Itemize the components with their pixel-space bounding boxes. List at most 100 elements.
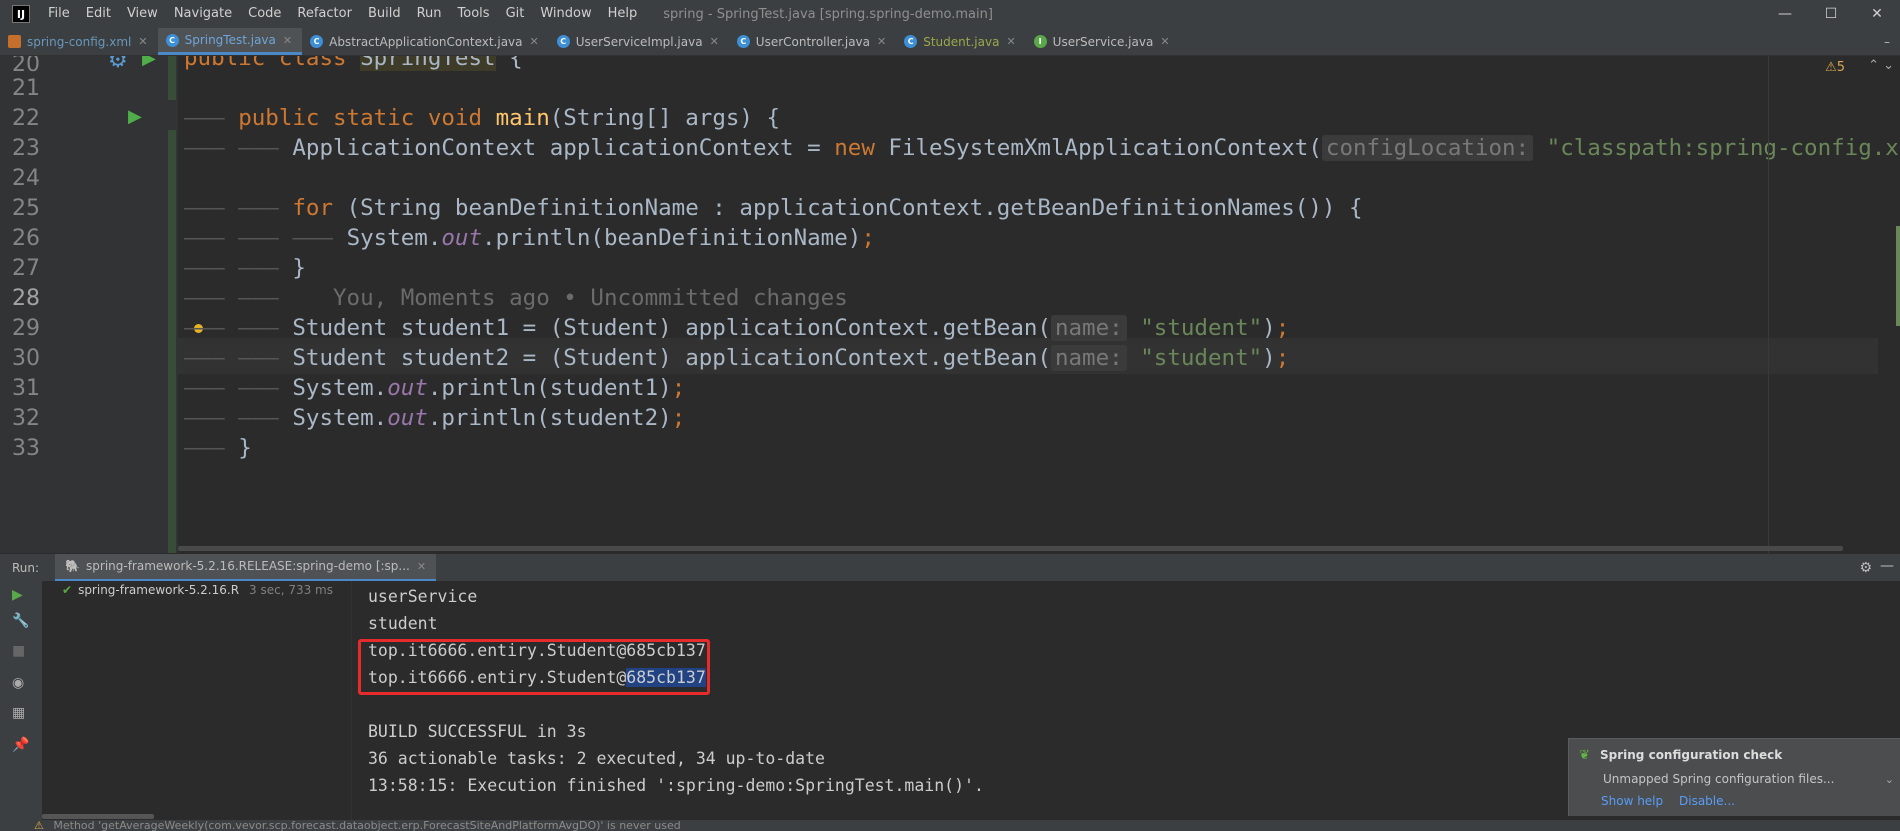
menu-refactor[interactable]: Refactor xyxy=(289,0,360,28)
code-line-20[interactable]: public class SpringTest { xyxy=(184,56,523,76)
tab-spring-config-xml[interactable]: spring-config.xml ✕ xyxy=(0,28,158,55)
tab-label: UserServiceImpl.java xyxy=(575,34,703,49)
maximize-button[interactable]: ☐ xyxy=(1808,0,1854,28)
line-number: 27 xyxy=(12,256,40,281)
close-icon[interactable]: ✕ xyxy=(710,35,719,48)
tree-item-duration: 3 sec, 733 ms xyxy=(249,583,334,597)
interface-icon: I xyxy=(1033,35,1047,48)
xml-file-icon xyxy=(8,35,21,48)
tab-label: UserService.java xyxy=(1052,34,1154,49)
close-icon[interactable]: ✕ xyxy=(1160,35,1169,48)
console-line: 36 actionable tasks: 2 executed, 34 up-t… xyxy=(368,749,825,768)
tab-userserviceimpl-java[interactable]: C UserServiceImpl.java ✕ xyxy=(549,28,729,55)
notification-message: Unmapped Spring configuration files... xyxy=(1603,772,1835,786)
show-help-link[interactable]: Show help xyxy=(1601,794,1663,808)
close-icon[interactable]: ✕ xyxy=(283,34,292,47)
warnings-indicator[interactable]: ⚠5 xyxy=(1825,60,1845,75)
run-label: Run: xyxy=(12,560,40,575)
tab-usercontroller-java[interactable]: C UserController.java ✕ xyxy=(729,28,896,55)
line-number: 20 xyxy=(12,56,40,77)
check-icon: ✔ xyxy=(62,583,73,597)
class-icon: C xyxy=(556,35,570,48)
run-results-tree[interactable]: ✔ spring-framework-5.2.16.R 3 sec, 733 m… xyxy=(42,581,352,820)
line-number: 28 xyxy=(12,286,40,311)
minimize-button[interactable]: — xyxy=(1762,0,1808,28)
layout-icon[interactable]: ▦ xyxy=(12,705,25,721)
git-blame-annotation: You, Moments ago • Uncommitted changes xyxy=(333,285,848,311)
param-hint: configLocation: xyxy=(1321,135,1534,161)
class-icon: C xyxy=(165,33,179,47)
run-tool-window-header: Run: 🐘 spring-framework-5.2.16.RELEASE:s… xyxy=(0,553,1900,582)
console-line: student xyxy=(368,614,438,633)
chevron-down-icon[interactable]: ⌄ xyxy=(1885,773,1894,786)
pin-icon[interactable]: 📌 xyxy=(12,737,29,753)
run-tab-label: spring-framework-5.2.16.RELEASE:spring-d… xyxy=(86,559,410,573)
tab-label: AbstractApplicationContext.java xyxy=(329,34,523,49)
code-line-33[interactable]: ——— } xyxy=(184,430,252,466)
gear-icon[interactable]: ⚙ xyxy=(1859,560,1872,576)
wrench-icon[interactable]: 🔧 xyxy=(12,613,29,629)
run-configuration-tab[interactable]: 🐘 spring-framework-5.2.16.RELEASE:spring… xyxy=(55,553,437,582)
menu-edit[interactable]: Edit xyxy=(78,0,119,28)
tab-userservice-java[interactable]: I UserService.java ✕ xyxy=(1026,28,1180,55)
close-icon[interactable]: ✕ xyxy=(138,35,147,48)
close-icon[interactable]: ✕ xyxy=(417,560,426,573)
status-message[interactable]: Method 'getAverageWeekly(com.vevor.scp.f… xyxy=(53,820,680,831)
notification-title: Spring configuration check xyxy=(1600,748,1783,762)
menu-file[interactable]: File xyxy=(40,0,78,28)
code-editor[interactable]: 20 21 22 23 24 25 26 27 28 29 30 31 32 3… xyxy=(0,56,1900,553)
rerun-icon[interactable]: ▶ xyxy=(12,587,23,603)
run-class-icon[interactable]: ▶ xyxy=(142,56,156,69)
disable-link[interactable]: Disable... xyxy=(1679,794,1735,808)
close-button[interactable]: ✕ xyxy=(1854,0,1900,28)
class-icon: C xyxy=(736,35,750,48)
title-bar: IJ File Edit View Navigate Code Refactor… xyxy=(0,0,1900,28)
close-icon[interactable]: ✕ xyxy=(877,35,886,48)
vcs-change-marker[interactable] xyxy=(168,130,176,553)
menu-help[interactable]: Help xyxy=(600,0,646,28)
scrollbar-marker[interactable] xyxy=(1896,226,1900,326)
class-icon: C xyxy=(904,35,918,48)
tab-label: SpringTest.java xyxy=(184,33,276,47)
string-literal: "classpath:spring-config.xml" xyxy=(1546,135,1900,161)
menu-run[interactable]: Run xyxy=(409,0,450,28)
stop-icon[interactable]: ■ xyxy=(12,643,25,659)
horizontal-scrollbar[interactable] xyxy=(178,546,1843,551)
eye-icon[interactable]: ◉ xyxy=(12,675,24,691)
status-bar: ⚠ Method 'getAverageWeekly(com.vevor.scp… xyxy=(0,820,1900,831)
menu-navigate[interactable]: Navigate xyxy=(166,0,240,28)
code-line-32[interactable]: ——— ——— System.out.println(student2); xyxy=(184,400,685,436)
warning-navigation-icon[interactable]: ⌃ ⌄ xyxy=(1868,58,1894,73)
line-number: 23 xyxy=(12,136,40,161)
menu-view[interactable]: View xyxy=(119,0,166,28)
tab-springtest-java[interactable]: C SpringTest.java ✕ xyxy=(157,28,303,55)
menu-tools[interactable]: Tools xyxy=(450,0,498,28)
menu-build[interactable]: Build xyxy=(360,0,409,28)
intellij-logo-icon[interactable]: IJ xyxy=(12,5,30,23)
spring-bean-icon[interactable]: ⚙ xyxy=(108,56,128,73)
tree-scrollbar[interactable] xyxy=(42,814,154,819)
window-controls: — ☐ ✕ xyxy=(1762,0,1900,28)
hide-icon[interactable]: — xyxy=(1880,558,1894,574)
tree-item-run[interactable]: ✔ spring-framework-5.2.16.R 3 sec, 733 m… xyxy=(62,583,333,597)
menu-git[interactable]: Git xyxy=(498,0,533,28)
param-hint: name: xyxy=(1050,345,1127,371)
close-icon[interactable]: ✕ xyxy=(1006,35,1015,48)
line-number: 21 xyxy=(12,76,40,101)
run-main-icon[interactable]: ▶ xyxy=(128,106,142,127)
line-number: 25 xyxy=(12,196,40,221)
line-number: 32 xyxy=(12,406,40,431)
tree-item-label: spring-framework-5.2.16.R xyxy=(78,583,240,597)
menu-code[interactable]: Code xyxy=(240,0,289,28)
notification-balloon[interactable]: ❦ Spring configuration check Unmapped Sp… xyxy=(1568,738,1900,816)
tab-label: spring-config.xml xyxy=(27,34,132,49)
tab-abstractapplicationcontext-java[interactable]: C AbstractApplicationContext.java ✕ xyxy=(302,28,549,55)
gradle-icon: 🐘 xyxy=(65,559,81,573)
line-number: 24 xyxy=(12,166,40,191)
tabs-menu-icon[interactable]: – xyxy=(1874,28,1900,55)
close-icon[interactable]: ✕ xyxy=(530,35,539,48)
code-line-23[interactable]: ——— ——— ApplicationContext applicationCo… xyxy=(184,130,1900,166)
tab-student-java[interactable]: C Student.java ✕ xyxy=(896,28,1025,55)
menu-window[interactable]: Window xyxy=(532,0,599,28)
vcs-change-marker[interactable] xyxy=(168,56,176,100)
